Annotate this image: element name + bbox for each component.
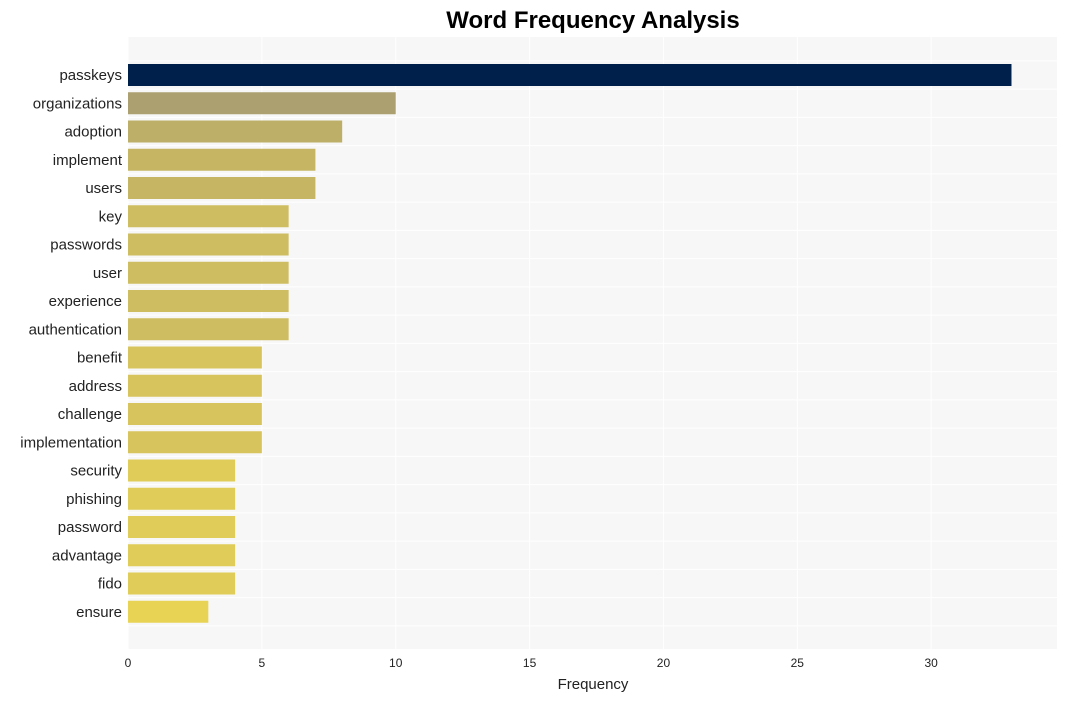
y-tick-label-adoption: adoption bbox=[64, 124, 122, 141]
bar-users bbox=[128, 177, 316, 199]
x-axis-label: Frequency bbox=[558, 676, 629, 693]
x-tick-label: 20 bbox=[657, 656, 671, 670]
y-tick-label-users: users bbox=[85, 180, 122, 197]
bar-organizations bbox=[128, 92, 396, 115]
bar-implement bbox=[128, 148, 316, 171]
y-tick-label-implementation: implementation bbox=[20, 434, 122, 451]
x-tick-label: 30 bbox=[924, 656, 938, 670]
y-tick-label-password: password bbox=[58, 519, 122, 536]
bar-user bbox=[128, 261, 289, 284]
bar-implementation bbox=[128, 431, 262, 454]
y-tick-label-passwords: passwords bbox=[50, 237, 122, 254]
x-tick-label: 0 bbox=[125, 656, 132, 670]
bar-phishing bbox=[128, 487, 236, 510]
x-tick-label: 15 bbox=[523, 656, 537, 670]
x-tick-label: 5 bbox=[259, 656, 266, 670]
y-tick-label-experience: experience bbox=[49, 293, 122, 310]
chart-title: Word Frequency Analysis bbox=[446, 7, 739, 34]
bar-experience bbox=[128, 290, 289, 312]
bar-passkeys bbox=[128, 64, 1012, 86]
bar-security bbox=[128, 459, 236, 482]
bar-key bbox=[128, 205, 289, 228]
bar-advantage bbox=[128, 544, 236, 567]
x-tick-labels: 0 5 10 15 20 25 30 bbox=[125, 656, 939, 670]
y-tick-label-ensure: ensure bbox=[76, 604, 122, 621]
bar-password bbox=[128, 516, 236, 538]
y-tick-label-key: key bbox=[99, 208, 123, 225]
y-tick-label-fido: fido bbox=[98, 576, 122, 593]
y-tick-label-organizations: organizations bbox=[33, 95, 122, 112]
y-tick-label-implement: implement bbox=[53, 152, 123, 169]
bar-fido bbox=[128, 572, 236, 595]
y-tick-label-advantage: advantage bbox=[52, 547, 122, 564]
bar-authentication bbox=[128, 318, 289, 341]
bar-challenge bbox=[128, 403, 262, 425]
y-tick-label-security: security bbox=[70, 463, 122, 480]
bar-address bbox=[128, 374, 262, 397]
x-tick-label: 25 bbox=[791, 656, 805, 670]
y-tick-label-benefit: benefit bbox=[77, 350, 123, 367]
word-frequency-chart: Word Frequency Analysis passkeys organiza… bbox=[20, 7, 1057, 693]
bar-ensure bbox=[128, 600, 209, 623]
bar-benefit bbox=[128, 346, 262, 369]
y-tick-label-authentication: authentication bbox=[29, 321, 122, 338]
bar-adoption bbox=[128, 120, 343, 143]
x-tick-label: 10 bbox=[389, 656, 403, 670]
y-tick-label-passkeys: passkeys bbox=[59, 67, 122, 84]
y-tick-label-challenge: challenge bbox=[58, 406, 122, 423]
y-tick-label-user: user bbox=[93, 265, 122, 282]
y-tick-label-address: address bbox=[69, 378, 122, 395]
y-tick-label-phishing: phishing bbox=[66, 491, 122, 508]
bar-passwords bbox=[128, 233, 289, 256]
y-tick-labels: passkeys organizations adoption implement us… bbox=[20, 67, 123, 621]
